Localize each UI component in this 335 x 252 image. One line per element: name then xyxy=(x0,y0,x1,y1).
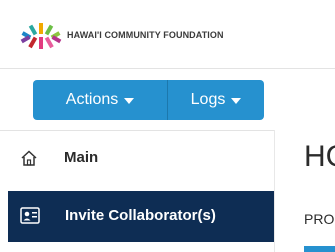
sidebar-item-main[interactable]: Main xyxy=(0,138,274,178)
app-header: HAWAI'I COMMUNITY FOUNDATION xyxy=(0,0,335,69)
content-divider xyxy=(274,130,275,252)
active-tab-indicator xyxy=(304,246,335,252)
hcf-logo-icon[interactable] xyxy=(19,21,63,51)
toolbar-button-group: Actions Logs xyxy=(33,80,264,120)
actions-button-label: Actions xyxy=(65,91,119,108)
sidebar-divider xyxy=(0,130,274,131)
sidebar-item-label: Main xyxy=(64,149,99,166)
caret-down-icon xyxy=(124,98,135,104)
sidebar-item-label: Invite Collaborator(s) xyxy=(65,207,216,224)
tab-program[interactable]: PRO xyxy=(304,211,335,227)
sidebar-item-invite-collaborators[interactable]: Invite Collaborator(s) xyxy=(8,191,274,242)
home-icon xyxy=(21,150,37,166)
page-title: HC xyxy=(304,140,335,173)
contact-card-icon xyxy=(20,207,40,224)
org-name: HAWAI'I COMMUNITY FOUNDATION xyxy=(67,30,224,40)
actions-dropdown-button[interactable]: Actions xyxy=(33,80,167,120)
logs-button-label: Logs xyxy=(190,91,226,108)
logs-dropdown-button[interactable]: Logs xyxy=(167,80,264,120)
caret-down-icon xyxy=(231,98,242,104)
